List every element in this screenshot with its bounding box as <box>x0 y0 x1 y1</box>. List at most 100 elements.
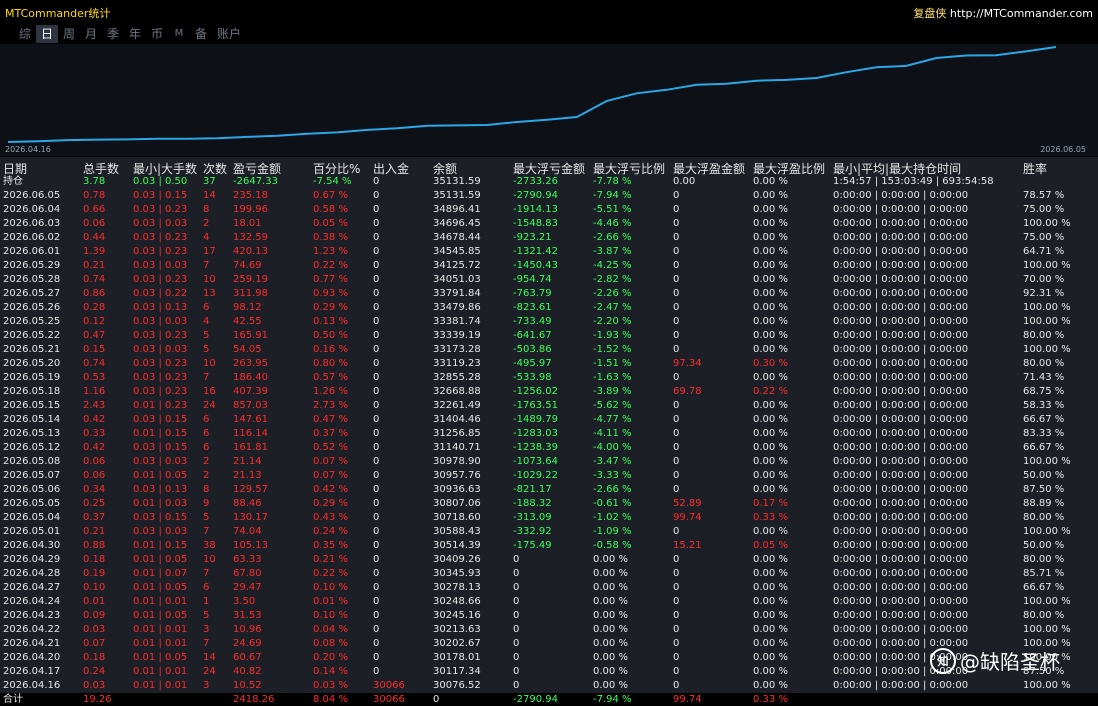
table-row[interactable]: 2026.05.29 0.21 0.03 | 0.03 7 74.69 0.22 % 0 34… <box>0 259 1098 273</box>
cell-date: 2026.04.21 <box>3 638 61 649</box>
cell-minmax: 0.03 | 0.23 <box>133 246 188 257</box>
cell-lots: 0.06 <box>83 470 106 481</box>
table-row[interactable]: 2026.04.23 0.09 0.01 | 0.05 5 31.53 0.10 % 0 30… <box>0 609 1098 623</box>
cell-mflp: 0.00 % <box>593 582 628 593</box>
cell-flow: 0 <box>373 498 380 509</box>
cell-flow: 0 <box>373 190 380 201</box>
cell-mfp: 52.89 <box>673 498 702 509</box>
cell-flow: 0 <box>373 316 380 327</box>
cell-flow: 0 <box>373 372 380 383</box>
table-row[interactable]: 2026.05.08 0.06 0.03 | 0.03 2 21.14 0.07 % 0 30… <box>0 455 1098 469</box>
table-row[interactable]: 2026.05.07 0.06 0.01 | 0.05 2 21.13 0.07 % 0 30… <box>0 469 1098 483</box>
cell-mflp: -3.47 % <box>593 456 632 467</box>
cell-mfpp: 0.00 % <box>753 428 788 439</box>
cell-pnl: 105.13 <box>233 540 268 551</box>
table-row[interactable]: 2026.05.14 0.42 0.03 | 0.15 6 147.61 0.47 % 0 3… <box>0 413 1098 427</box>
table-row[interactable]: 2026.05.06 0.34 0.03 | 0.13 8 129.57 0.42 % 0 3… <box>0 483 1098 497</box>
tab-2[interactable]: 周 <box>58 25 80 43</box>
table-row[interactable]: 2026.05.05 0.25 0.01 | 0.03 9 88.46 0.29 % 0 30… <box>0 497 1098 511</box>
cell-hold: 0:00:00 | 0:00:00 | 0:00:00 <box>833 386 969 397</box>
cell-mflp: 0.00 % <box>593 624 628 635</box>
tab-6[interactable]: 币 <box>146 25 168 43</box>
cell-date: 2026.05.28 <box>3 274 61 285</box>
brand-name: 复盘侠 <box>913 7 947 20</box>
cell-flow: 0 <box>373 344 380 355</box>
table-row[interactable]: 2026.05.15 2.43 0.01 | 0.23 24 857.03 2.73 % 0… <box>0 399 1098 413</box>
cell-pnl: 29.47 <box>233 582 262 593</box>
table-row[interactable]: 2026.06.05 0.78 0.03 | 0.15 14 235.18 0.67 % 0… <box>0 189 1098 203</box>
site-url[interactable]: http://MTCommander.com <box>950 7 1093 20</box>
tab-9[interactable]: 账户 <box>212 25 246 43</box>
table-row[interactable]: 2026.05.22 0.47 0.03 | 0.23 5 165.91 0.50 % 0 3… <box>0 329 1098 343</box>
cell-flow: 0 <box>373 652 380 663</box>
table-row[interactable]: 2026.05.26 0.28 0.03 | 0.13 6 98.12 0.29 % 0 33… <box>0 301 1098 315</box>
cell-mfl: 0 <box>513 652 520 663</box>
table-row[interactable]: 2026.04.29 0.18 0.01 | 0.05 10 63.33 0.21 % 0 3… <box>0 553 1098 567</box>
table-row[interactable]: 2026.06.03 0.06 0.03 | 0.03 2 18.01 0.05 % 0 34… <box>0 217 1098 231</box>
table-row[interactable]: 2026.05.12 0.42 0.03 | 0.15 6 161.81 0.52 % 0 3… <box>0 441 1098 455</box>
table-row[interactable]: 2026.04.28 0.19 0.01 | 0.07 7 67.80 0.22 % 0 30… <box>0 567 1098 581</box>
equity-chart-svg <box>7 46 1057 143</box>
table-row[interactable]: 2026.04.24 0.01 0.01 | 0.01 1 3.50 0.01 % 0 302… <box>0 595 1098 609</box>
table-row[interactable]: 2026.05.01 0.21 0.03 | 0.03 7 74.04 0.24 % 0 30… <box>0 525 1098 539</box>
cell-mfp: 0 <box>673 610 680 621</box>
cell-pnl: 311.98 <box>233 288 268 299</box>
cell-win: 66.67 % <box>1023 582 1065 593</box>
cell-mfl: -1321.42 <box>513 246 558 257</box>
cell-balance: 34125.72 <box>433 260 481 271</box>
table-row[interactable]: 2026.05.21 0.15 0.03 | 0.03 5 54.05 0.16 % 0 33… <box>0 343 1098 357</box>
cell-flow: 0 <box>373 274 380 285</box>
cell-balance: 30718.60 <box>433 512 481 523</box>
table-row[interactable]: 2026.05.04 0.37 0.03 | 0.15 5 130.17 0.43 % 0 3… <box>0 511 1098 525</box>
cell-pct: 0.08 % <box>313 638 348 649</box>
cell-mflp: -1.63 % <box>593 372 632 383</box>
table-row[interactable]: 2026.04.16 0.03 0.01 | 0.01 3 10.52 0.03 % 300… <box>0 679 1098 693</box>
cell-mfl: -641.67 <box>513 330 552 341</box>
cell-pct: 0.58 % <box>313 204 348 215</box>
table-row[interactable]: 2026.06.04 0.66 0.03 | 0.23 8 199.96 0.58 % 0 3… <box>0 203 1098 217</box>
position-row[interactable]: 持仓 3.78 0.03 | 0.50 37 -2647.33 -7.54 % 0 35131… <box>0 175 1098 189</box>
table-row[interactable]: 2026.05.27 0.86 0.03 | 0.22 13 311.98 0.93 % 0… <box>0 287 1098 301</box>
cell-mfpp: 0.00 % <box>753 372 788 383</box>
cell-mflp: -1.93 % <box>593 330 632 341</box>
cell-mfl: -175.49 <box>513 540 552 551</box>
table-row[interactable]: 2026.05.13 0.33 0.01 | 0.15 6 116.14 0.37 % 0 3… <box>0 427 1098 441</box>
cell-mflp: 0.00 % <box>593 596 628 607</box>
table-row[interactable]: 2026.05.19 0.53 0.03 | 0.23 7 186.40 0.57 % 0 3… <box>0 371 1098 385</box>
table-row[interactable]: 2026.04.22 0.03 0.01 | 0.01 3 10.96 0.04 % 0 30… <box>0 623 1098 637</box>
cell-mfp: 0 <box>673 288 680 299</box>
cell-mfpp: 0.00 % <box>753 414 788 425</box>
cell-mfp: 0 <box>673 652 680 663</box>
cell-balance: 30278.13 <box>433 582 481 593</box>
cell-mflp: 0.00 % <box>593 568 628 579</box>
tab-1[interactable]: 日 <box>36 25 58 43</box>
table-row[interactable]: 2026.06.02 0.44 0.03 | 0.23 4 132.59 0.38 % 0 3… <box>0 231 1098 245</box>
cell-win: 83.33 % <box>1023 428 1065 439</box>
cell-flow: 0 <box>373 638 380 649</box>
table-row[interactable]: 2026.05.18 1.16 0.03 | 0.23 16 407.39 1.26 % 0… <box>0 385 1098 399</box>
table-row[interactable]: 2026.05.25 0.12 0.03 | 0.03 4 42.55 0.13 % 0 33… <box>0 315 1098 329</box>
table-row[interactable]: 2026.05.20 0.74 0.03 | 0.23 10 263.95 0.80 % 0… <box>0 357 1098 371</box>
table-row[interactable]: 2026.06.01 1.39 0.03 | 0.23 17 420.13 1.23 % 0… <box>0 245 1098 259</box>
cell-date: 2026.05.15 <box>3 400 61 411</box>
table-row[interactable]: 2026.05.28 0.74 0.03 | 0.23 10 259.19 0.77 % 0… <box>0 273 1098 287</box>
cell-pct: 0.14 % <box>313 666 348 677</box>
tab-8[interactable]: 备 <box>190 25 212 43</box>
cell-win: 50.00 % <box>1023 470 1065 481</box>
tab-3[interactable]: 月 <box>80 25 102 43</box>
cell-mfl: 0 <box>513 596 520 607</box>
tab-4[interactable]: 季 <box>102 25 124 43</box>
tab-0[interactable]: 综 <box>14 25 36 43</box>
cell-balance: 30245.16 <box>433 610 481 621</box>
cell-mfpp: 0.00 % <box>753 344 788 355</box>
cell-hold: 0:00:00 | 0:00:00 | 0:00:00 <box>833 582 969 593</box>
cell-mflp: 0.00 % <box>593 666 628 677</box>
summary-label: 合计 <box>3 694 23 705</box>
table-row[interactable]: 2026.04.30 0.88 0.01 | 0.15 38 105.13 0.35 % 0… <box>0 539 1098 553</box>
cell-balance: 34896.41 <box>433 204 481 215</box>
site-link[interactable]: 复盘侠 http://MTCommander.com <box>913 5 1093 21</box>
cell-mfpp: 0.00 % <box>753 232 788 243</box>
table-row[interactable]: 2026.04.27 0.10 0.01 | 0.05 6 29.47 0.10 % 0 30… <box>0 581 1098 595</box>
tab-5[interactable]: 年 <box>124 25 146 43</box>
tab-7[interactable]: M <box>168 25 190 43</box>
